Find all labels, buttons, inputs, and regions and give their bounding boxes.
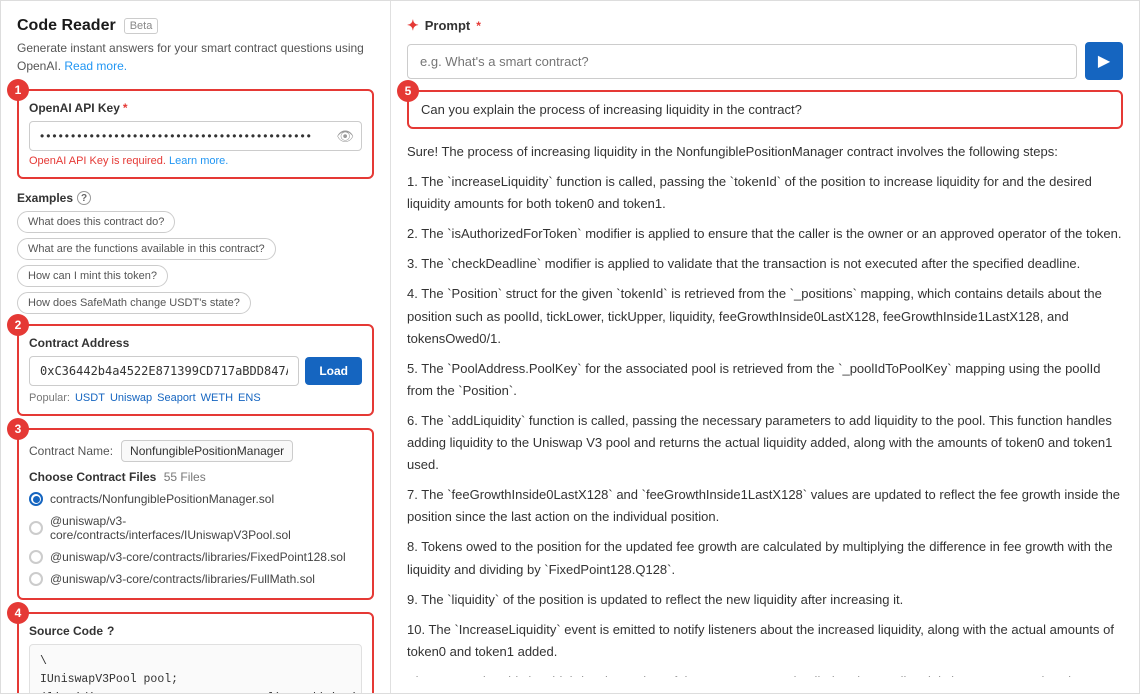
file-item-2[interactable]: @uniswap/v3-core/contracts/libraries/Fix… [29,548,362,566]
contract-name-label: Contract Name: [29,444,113,458]
file-name-1: @uniswap/v3-core/contracts/interfaces/IU… [50,514,362,542]
read-more-link[interactable]: Read more. [64,59,127,73]
answer-step-2: 2. The `isAuthorizedForToken` modifier i… [407,223,1123,245]
code-line-0: \ [40,653,351,671]
api-key-label: OpenAI API Key * [29,101,362,115]
api-key-required: * [123,101,128,115]
popular-row: Popular: USDT Uniswap Seaport WETH ENS [29,392,362,404]
step4-section: 4 Source Code ? \ IUniswapV3Pool pool; (… [17,612,374,693]
step2-number: 2 [7,314,29,336]
source-code-label: Source Code ? [29,624,362,638]
step4-number: 4 [7,602,29,624]
popular-tag-weth[interactable]: WETH [201,392,233,404]
step3-section: 3 Contract Name: NonfungiblePositionMana… [17,428,374,600]
question-bubble: 5 Can you explain the process of increas… [407,90,1123,129]
answer-area: Sure! The process of increasing liquidit… [407,141,1123,677]
code-line-2: (liquidity, amount0, amount1, pool) = ad… [40,690,351,693]
app-title: Code Reader [17,17,116,35]
answer-step-6: 6. The `addLiquidity` function is called… [407,410,1123,476]
prompt-sparkle-icon: ✦ [407,17,419,34]
examples-help-icon[interactable]: ? [77,191,91,205]
prompt-input-row: ▶ [407,42,1123,80]
answer-step-9: 9. The `liquidity` of the position is up… [407,589,1123,611]
file-item-0[interactable]: contracts/NonfungiblePositionManager.sol [29,490,362,508]
answer-step-5: 5. The `PoolAddress.PoolKey` for the ass… [407,358,1123,402]
file-count: 55 Files [164,470,206,484]
file-item-3[interactable]: @uniswap/v3-core/contracts/libraries/Ful… [29,570,362,588]
example-pill-4[interactable]: How does SafeMath change USDT's state? [17,292,251,314]
right-panel: ✦ Prompt * ▶ 5 Can you explain the proce… [391,1,1139,693]
api-key-input-wrapper: 👁 [29,121,362,151]
answer-note1: Please note that this is a high-level ov… [407,671,1123,677]
step5-number: 5 [397,80,419,102]
step2-section: 2 Contract Address Load Popular: USDT Un… [17,324,374,416]
file-name-0: contracts/NonfungiblePositionManager.sol [50,492,274,506]
file-name-3: @uniswap/v3-core/contracts/libraries/Ful… [50,572,315,586]
prompt-required: * [476,19,481,33]
popular-tag-seaport[interactable]: Seaport [157,392,196,404]
popular-tag-usdt[interactable]: USDT [75,392,105,404]
example-pill-1[interactable]: What does this contract do? [17,211,175,233]
answer-step-10: 10. The `IncreaseLiquidity` event is emi… [407,619,1123,663]
answer-step-1: 1. The `increaseLiquidity` function is c… [407,171,1123,215]
radio-circle-1 [29,521,43,535]
contract-address-row: Load [29,356,362,386]
radio-circle-2 [29,550,43,564]
radio-inner-0 [33,496,40,503]
api-key-input[interactable] [29,121,362,151]
contract-name-value: NonfungiblePositionManager [121,440,293,462]
step1-number: 1 [7,79,29,101]
answer-step-7: 7. The `feeGrowthInside0LastX128` and `f… [407,484,1123,528]
file-name-2: @uniswap/v3-core/contracts/libraries/Fix… [50,550,346,564]
step3-number: 3 [7,418,29,440]
example-pill-3[interactable]: How can I mint this token? [17,265,168,287]
code-line-1: IUniswapV3Pool pool; [40,671,351,689]
file-list: contracts/NonfungiblePositionManager.sol… [29,490,362,588]
prompt-label: ✦ Prompt * [407,17,1123,34]
panel-header: Code Reader Beta [17,17,374,35]
example-pill-2[interactable]: What are the functions available in this… [17,238,276,260]
popular-tag-ens[interactable]: ENS [238,392,261,404]
answer-step-4: 4. The `Position` struct for the given `… [407,283,1123,349]
answer-step-3: 3. The `checkDeadline` modifier is appli… [407,253,1123,275]
left-panel: Code Reader Beta Generate instant answer… [1,1,391,693]
send-button[interactable]: ▶ [1085,42,1123,80]
eye-icon[interactable]: 👁 [336,128,354,145]
prompt-input[interactable] [407,44,1077,79]
send-icon: ▶ [1098,51,1110,71]
api-key-error: OpenAI API Key is required. Learn more. [29,155,362,167]
radio-circle-3 [29,572,43,586]
example-pills: What does this contract do? What are the… [17,211,374,314]
contract-address-input[interactable] [29,356,299,386]
choose-files-label: Choose Contract Files 55 Files [29,470,362,484]
source-code-help-icon[interactable]: ? [107,624,114,638]
answer-intro: Sure! The process of increasing liquidit… [407,141,1123,163]
file-item-1[interactable]: @uniswap/v3-core/contracts/interfaces/IU… [29,512,362,544]
contract-name-row: Contract Name: NonfungiblePositionManage… [29,440,362,462]
beta-badge: Beta [124,18,159,34]
examples-label: Examples ? [17,191,374,205]
learn-more-link[interactable]: Learn more. [169,155,228,167]
question-text: Can you explain the process of increasin… [421,102,1109,117]
answer-step-8: 8. Tokens owed to the position for the u… [407,536,1123,580]
source-code-box: \ IUniswapV3Pool pool; (liquidity, amoun… [29,644,362,693]
popular-label: Popular: [29,392,70,404]
popular-tag-uniswap[interactable]: Uniswap [110,392,152,404]
radio-circle-0 [29,492,43,506]
panel-description: Generate instant answers for your smart … [17,39,374,75]
examples-section: Examples ? What does this contract do? W… [17,191,374,314]
step1-section: 1 OpenAI API Key * 👁 OpenAI API Key is r… [17,89,374,179]
contract-address-label: Contract Address [29,336,362,350]
load-button[interactable]: Load [305,357,362,385]
